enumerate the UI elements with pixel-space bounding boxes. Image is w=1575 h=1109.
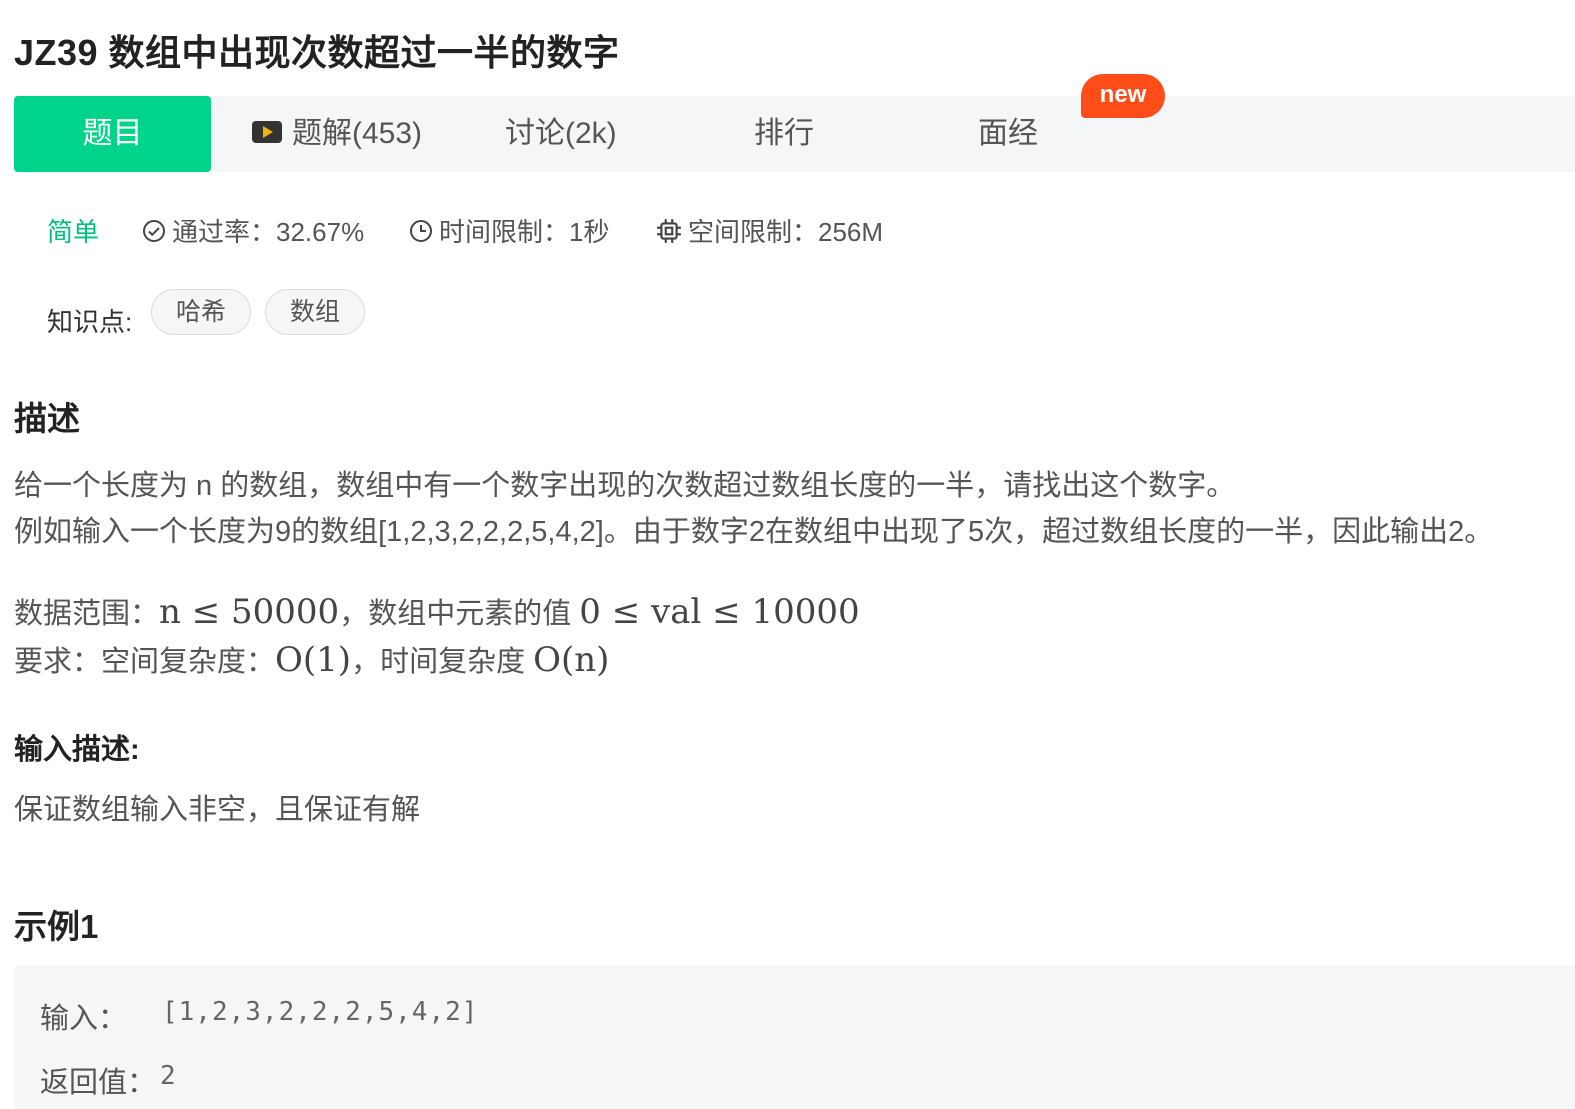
clock-icon (410, 220, 432, 243)
range-math-val: 0 ≤ val ≤ 10000 (579, 592, 860, 632)
tab-solutions[interactable]: 题解(453) (252, 96, 422, 172)
description-line-1: 给一个长度为 n 的数组，数组中有一个数字出现的次数超过数组长度的一半，请找出这… (14, 470, 1236, 502)
tab-solutions-label: 题解(453) (292, 117, 423, 150)
description-line-2: 例如输入一个长度为9的数组[1,2,3,2,2,2,5,4,2]。由于数字2在数… (14, 516, 1494, 548)
range-math-n: n ≤ 50000 (159, 592, 340, 632)
range-label: 数据范围： (14, 598, 160, 630)
example-heading: 示例1 (14, 908, 99, 945)
time-limit: 时间限制：1秒 (409, 212, 609, 249)
new-badge: new (1081, 74, 1165, 118)
video-play-icon (252, 121, 282, 144)
tab-problem[interactable]: 题目 (14, 96, 211, 172)
req-math-time: O(n) (533, 640, 610, 680)
input-desc-text: 保证数组输入非空，且保证有解 (14, 794, 421, 826)
pass-rate-text: 通过率：32.67% (172, 217, 365, 247)
complexity-requirement: 要求：空间复杂度：O(1)，时间复杂度 O(n) (14, 638, 609, 680)
tab-bar: 题目 题解(453) 讨论(2k) 排行 面经 (14, 96, 1575, 172)
example-output-label: 返回值： (40, 1067, 157, 1099)
example-output-value: 2 (160, 1061, 177, 1091)
page-title: JZ39 数组中出现次数超过一半的数字 (14, 32, 620, 73)
example-input-value: [1,2,3,2,2,2,5,4,2] (162, 997, 479, 1027)
example-box: 输入： [1,2,3,2,2,2,5,4,2] 返回值： 2 (14, 965, 1575, 1109)
description-heading: 描述 (14, 400, 80, 437)
tab-discussion[interactable]: 讨论(2k) (505, 96, 617, 172)
range-sep: ，数组中元素的值 (339, 598, 580, 630)
space-limit: 空间限制：256M (656, 212, 883, 249)
tab-interviews[interactable]: 面经 (978, 96, 1038, 172)
time-limit-text: 时间限制：1秒 (439, 217, 610, 247)
check-circle-icon (143, 220, 165, 243)
req-math-space: O(1) (275, 640, 352, 680)
req-label: 要求：空间复杂度： (14, 646, 276, 678)
req-sep: ，时间复杂度 (351, 646, 534, 678)
difficulty-label: 简单 (47, 217, 100, 247)
knowledge-tag-hash[interactable]: 哈希 (151, 289, 252, 335)
example-input-label: 输入： (40, 1003, 128, 1035)
input-desc-heading: 输入描述: (14, 734, 140, 766)
data-range: 数据范围：n ≤ 50000，数组中元素的值 0 ≤ val ≤ 10000 (14, 590, 860, 632)
chip-icon (657, 219, 681, 244)
tab-ranking[interactable]: 排行 (754, 96, 814, 172)
knowledge-label: 知识点: (47, 307, 133, 337)
pass-rate: 通过率：32.67% (142, 212, 364, 249)
space-limit-text: 空间限制：256M (688, 217, 884, 247)
knowledge-tag-array[interactable]: 数组 (265, 289, 366, 335)
